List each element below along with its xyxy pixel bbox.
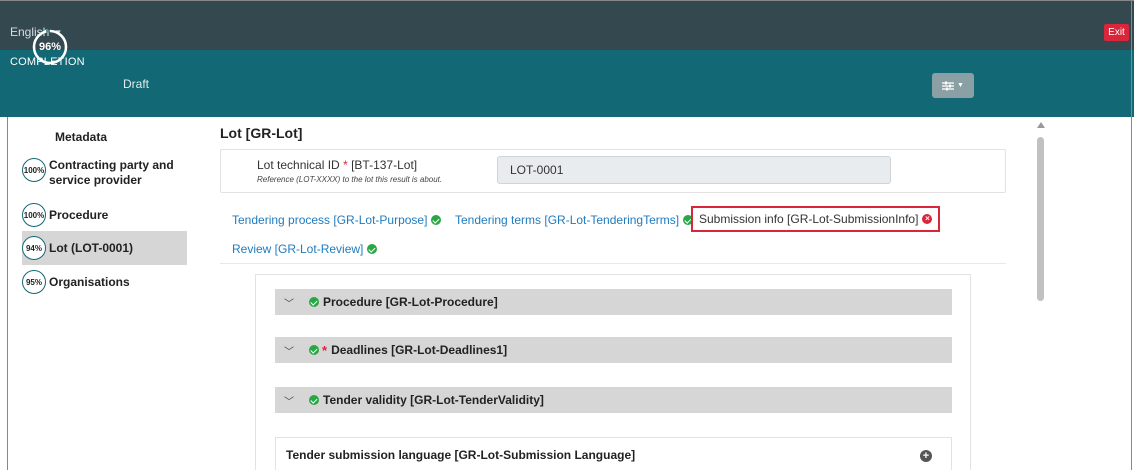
filter-settings-button[interactable]: ▼ bbox=[932, 73, 974, 98]
sidebar-item-organisations[interactable]: 95% Organisations bbox=[22, 270, 187, 294]
sidebar-item-lot[interactable]: 94% Lot (LOT-0001) bbox=[22, 231, 187, 265]
exit-button[interactable]: Exit bbox=[1104, 24, 1129, 41]
accordion-tender-validity[interactable]: ﹀ Tender validity [GR-Lot-TenderValidity… bbox=[275, 387, 952, 413]
frame-border bbox=[1131, 0, 1132, 470]
completion-badge: 94% bbox=[22, 236, 46, 260]
check-circle-icon bbox=[309, 345, 319, 355]
sidebar: Metadata 100% Contracting party and serv… bbox=[22, 117, 187, 470]
completion-badge: 95% bbox=[22, 270, 46, 294]
tab-tendering-process[interactable]: Tendering process [GR-Lot-Purpose] bbox=[232, 213, 442, 227]
tab-tendering-terms[interactable]: Tendering terms [GR-Lot-TenderingTerms] bbox=[455, 213, 694, 227]
tab-label: Tendering process [GR-Lot-Purpose] bbox=[232, 213, 428, 227]
status-text: Draft bbox=[123, 77, 150, 91]
accordion-label: Deadlines [GR-Lot-Deadlines1] bbox=[331, 343, 508, 357]
check-circle-icon bbox=[309, 297, 319, 307]
plus-circle-icon[interactable]: + bbox=[920, 450, 932, 462]
chevron-down-icon: ﹀ bbox=[284, 346, 294, 358]
field-code: [BT-137-Lot] bbox=[351, 158, 418, 172]
accordion-label: Tender validity [GR-Lot-TenderValidity] bbox=[323, 393, 544, 407]
sidebar-item-contracting-party[interactable]: 100% Contracting party and service provi… bbox=[22, 158, 187, 188]
page-title: Lot [GR-Lot] bbox=[220, 125, 303, 141]
sidebar-item-label: Organisations bbox=[49, 274, 130, 289]
sidebar-item-procedure[interactable]: 100% Procedure bbox=[22, 203, 187, 227]
field-label-text: Lot technical ID bbox=[257, 158, 340, 172]
top-bar: English ▼ Exit bbox=[0, 0, 1134, 50]
frame-border bbox=[7, 117, 8, 470]
error-circle-icon: × bbox=[922, 214, 933, 224]
accordion-deadlines[interactable]: ﹀ * Deadlines [GR-Lot-Deadlines1] bbox=[275, 337, 952, 363]
tab-submission-info[interactable]: Submission info [GR-Lot-SubmissionInfo] … bbox=[691, 206, 941, 232]
tab-label: Review [GR-Lot-Review] bbox=[232, 242, 364, 256]
accordion-label: Procedure [GR-Lot-Procedure] bbox=[323, 295, 498, 309]
accordion-procedure[interactable]: ﹀ Procedure [GR-Lot-Procedure] bbox=[275, 289, 952, 315]
completion-badge: 100% bbox=[22, 203, 46, 227]
field-help-text: Reference (LOT-XXXX) to the lot this res… bbox=[257, 175, 443, 184]
scrollbar-thumb[interactable] bbox=[1037, 137, 1044, 301]
tab-label: Submission info [GR-Lot-SubmissionInfo] bbox=[699, 212, 919, 226]
section-label: Tender submission language [GR-Lot-Submi… bbox=[286, 447, 636, 462]
check-circle-icon bbox=[309, 395, 319, 405]
tab-label: Tendering terms [GR-Lot-TenderingTerms] bbox=[455, 213, 680, 227]
sidebar-item-label: Procedure bbox=[49, 207, 109, 222]
required-marker: * bbox=[322, 342, 328, 358]
sidebar-item-label: Lot (LOT-0001) bbox=[49, 240, 134, 255]
sidebar-item-label: Contracting party and service provider bbox=[49, 158, 174, 187]
chevron-down-icon: ﹀ bbox=[284, 298, 294, 310]
required-marker: * bbox=[343, 158, 348, 172]
scroll-up-arrow-icon[interactable] bbox=[1037, 122, 1045, 128]
lot-id-input[interactable]: LOT-0001 bbox=[497, 156, 891, 184]
caret-down-icon: ▼ bbox=[957, 82, 964, 89]
submission-language-section: Tender submission language [GR-Lot-Submi… bbox=[275, 437, 952, 470]
vertical-scrollbar[interactable] bbox=[1034, 117, 1048, 470]
submission-info-panel: ﹀ Procedure [GR-Lot-Procedure] ﹀ * Deadl… bbox=[255, 274, 971, 470]
sidebar-title: Metadata bbox=[55, 130, 108, 144]
divider bbox=[220, 263, 1006, 264]
sliders-icon bbox=[942, 81, 955, 90]
completion-percent: 96% bbox=[38, 41, 62, 53]
lot-id-field-group: Lot technical ID * [BT-137-Lot] Referenc… bbox=[220, 149, 1006, 193]
check-circle-icon bbox=[367, 244, 378, 254]
completion-badge: 100% bbox=[22, 158, 46, 182]
tab-review[interactable]: Review [GR-Lot-Review] bbox=[232, 242, 378, 256]
chevron-down-icon: ﹀ bbox=[284, 396, 294, 408]
field-label: Lot technical ID * [BT-137-Lot] bbox=[257, 158, 417, 172]
check-circle-icon bbox=[431, 215, 442, 225]
